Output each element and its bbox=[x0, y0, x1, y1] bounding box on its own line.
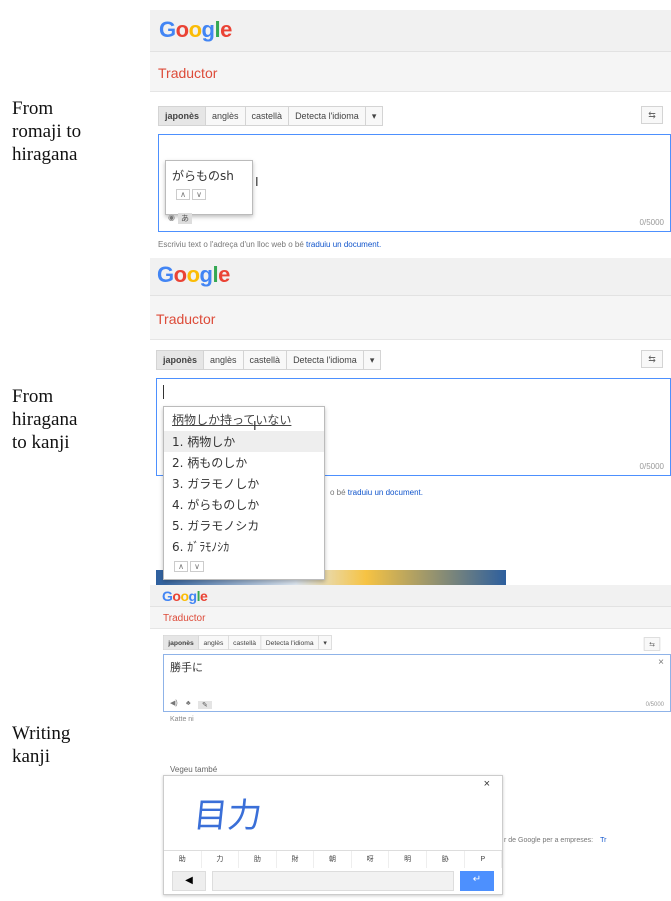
space-bar[interactable] bbox=[212, 871, 454, 891]
hint-prefix: Escriviu text o l'adreça d'un lloc web o… bbox=[158, 240, 307, 249]
label-writing-kanji: Writing kanji bbox=[12, 723, 71, 767]
candidate-item[interactable]: 3. ガラモノしか bbox=[164, 473, 324, 494]
label-romaji-to-hiragana: From romaji to hiragana bbox=[12, 98, 82, 165]
business-link[interactable]: Tr bbox=[600, 837, 606, 844]
translator-header: Traductor bbox=[150, 52, 671, 92]
see-also-label: Vegeu també bbox=[170, 765, 218, 774]
translate-document-link[interactable]: traduiu un document. bbox=[306, 240, 381, 249]
screenshot-romaji-to-hiragana: Google Traductor japonès anglès castellà… bbox=[150, 10, 671, 258]
lang-detect[interactable]: Detecta l'idioma bbox=[287, 351, 364, 369]
hw-candidate[interactable]: 財 bbox=[277, 851, 315, 868]
handwriting-icon[interactable]: あ bbox=[177, 213, 192, 224]
lang-english[interactable]: anglès bbox=[206, 107, 246, 125]
lang-spanish[interactable]: castellà bbox=[244, 351, 288, 369]
screenshot-hiragana-to-kanji: Google Traductor japonès anglès castellà… bbox=[150, 258, 671, 585]
chevron-down-icon[interactable]: ▾ bbox=[364, 351, 381, 369]
swap-languages-icon[interactable]: ⇆ bbox=[641, 106, 663, 124]
hint-prefix: o bé bbox=[330, 488, 348, 497]
screenshot-writing-kanji: Google Traductor japonès anglès castellà… bbox=[150, 585, 671, 901]
candidate-item[interactable]: 5. ガラモノシカ bbox=[164, 515, 324, 536]
lang-japanese[interactable]: japonès bbox=[157, 351, 205, 369]
google-logo[interactable]: Google bbox=[159, 17, 232, 43]
ime-candidate-popup: 柄物しか持っていない 1. 柄物しか 2. 柄ものしか 3. ガラモノしか 4.… bbox=[163, 406, 325, 580]
google-bar: Google bbox=[150, 10, 671, 52]
ime-popup: がらものsh ∧ ∨ bbox=[165, 160, 253, 215]
label-hiragana-to-kanji: From hiragana to kanji bbox=[12, 386, 78, 453]
char-counter: 0/5000 bbox=[639, 462, 664, 471]
pen-icon[interactable]: ✎ bbox=[198, 701, 212, 709]
ime-composition: 柄物しか持っていない bbox=[172, 413, 292, 427]
hw-candidate[interactable]: 肋 bbox=[239, 851, 277, 868]
close-icon[interactable]: × bbox=[484, 778, 490, 790]
drawn-kanji: 目力 bbox=[191, 796, 264, 836]
hw-candidate[interactable]: P bbox=[465, 851, 503, 868]
candidate-item[interactable]: 6. ｶﾞﾗﾓﾉｼｶ bbox=[164, 536, 324, 557]
page-up-icon[interactable]: ∧ bbox=[176, 189, 190, 200]
candidate-item[interactable]: 2. 柄ものしか bbox=[164, 452, 324, 473]
language-bar: japonès anglès castellà Detecta l'idioma… bbox=[163, 635, 333, 650]
swap-languages-icon[interactable]: ⇆ bbox=[641, 350, 663, 368]
char-counter: 0/5000 bbox=[645, 702, 664, 708]
speaker-icon[interactable]: ◀) bbox=[170, 699, 178, 707]
handwriting-pad[interactable]: × 目力 助 力 肋 財 朝 呀 明 胁 P ◀ ↵ bbox=[163, 775, 503, 895]
page-down-icon[interactable]: ∨ bbox=[190, 561, 204, 572]
hw-candidate[interactable]: 助 bbox=[164, 851, 202, 868]
hw-candidate[interactable]: 朝 bbox=[314, 851, 352, 868]
translator-title: Traductor bbox=[156, 311, 216, 327]
lang-english[interactable]: anglès bbox=[204, 351, 244, 369]
ime-composition: がらものsh bbox=[172, 169, 234, 183]
google-logo[interactable]: Google bbox=[157, 262, 230, 288]
translate-document-link[interactable]: traduiu un document. bbox=[348, 488, 423, 497]
google-bar: Google bbox=[150, 258, 671, 296]
swap-languages-icon[interactable]: ⇆ bbox=[643, 637, 661, 651]
ime-paging: ∧ ∨ bbox=[164, 557, 324, 572]
text-caret bbox=[163, 385, 164, 399]
hw-candidate[interactable]: 明 bbox=[389, 851, 427, 868]
input-text: 勝手に bbox=[170, 661, 203, 674]
google-logo[interactable]: Google bbox=[162, 588, 208, 604]
hw-candidate[interactable]: 呀 bbox=[352, 851, 390, 868]
business-text: r de Google per a empreses: Tr bbox=[504, 837, 606, 844]
text-cursor-icon: I bbox=[253, 418, 257, 433]
backspace-icon[interactable]: ◀ bbox=[172, 871, 206, 891]
input-tools: ◉ あ bbox=[168, 213, 192, 224]
char-counter: 0/5000 bbox=[639, 218, 664, 227]
handwriting-toolbar: ◀ ↵ bbox=[172, 871, 494, 891]
lang-spanish[interactable]: castellà bbox=[229, 635, 262, 650]
page-up-icon[interactable]: ∧ bbox=[174, 561, 188, 572]
language-bar: japonès anglès castellà Detecta l'idioma… bbox=[158, 106, 384, 126]
enter-icon[interactable]: ↵ bbox=[460, 871, 494, 891]
candidate-item[interactable]: 4. がらものしか bbox=[164, 494, 324, 515]
hint-text: Escriviu text o l'adreça d'un lloc web o… bbox=[158, 240, 381, 249]
microphone-icon[interactable]: ♣ bbox=[186, 700, 191, 707]
hw-candidate[interactable]: 力 bbox=[202, 851, 240, 868]
source-text-input[interactable]: 勝手に × ◀) ♣ ✎ 0/5000 bbox=[163, 654, 671, 712]
chevron-down-icon[interactable]: ▾ bbox=[319, 636, 331, 650]
text-cursor-icon: I bbox=[255, 174, 259, 189]
business-label: r de Google per a empreses: bbox=[504, 837, 594, 844]
ime-paging: ∧ ∨ bbox=[166, 184, 252, 200]
google-bar: Google bbox=[150, 585, 671, 607]
lang-english[interactable]: anglès bbox=[199, 635, 229, 650]
romaji-reading: Katte ni bbox=[170, 716, 194, 723]
translator-header: Traductor bbox=[150, 607, 671, 629]
chevron-down-icon[interactable]: ▾ bbox=[366, 107, 383, 125]
lang-japanese[interactable]: japonès bbox=[159, 107, 207, 125]
lang-detect[interactable]: Detecta l'idioma bbox=[289, 107, 366, 125]
hint-text: o bé traduiu un document. bbox=[330, 488, 423, 497]
hw-candidate[interactable]: 胁 bbox=[427, 851, 465, 868]
lang-japanese[interactable]: japonès bbox=[163, 635, 200, 650]
lang-detect[interactable]: Detecta l'idioma bbox=[261, 635, 319, 650]
language-bar: japonès anglès castellà Detecta l'idioma… bbox=[156, 350, 382, 370]
speaker-icon[interactable]: ◉ bbox=[168, 213, 175, 224]
translator-title: Traductor bbox=[158, 65, 218, 81]
lang-spanish[interactable]: castellà bbox=[246, 107, 290, 125]
handwriting-candidates: 助 力 肋 財 朝 呀 明 胁 P bbox=[164, 850, 503, 868]
clear-icon[interactable]: × bbox=[658, 657, 664, 668]
page-down-icon[interactable]: ∨ bbox=[192, 189, 206, 200]
translator-title: Traductor bbox=[163, 613, 206, 624]
translator-header: Traductor bbox=[150, 296, 671, 340]
candidate-item[interactable]: 1. 柄物しか bbox=[164, 431, 324, 452]
